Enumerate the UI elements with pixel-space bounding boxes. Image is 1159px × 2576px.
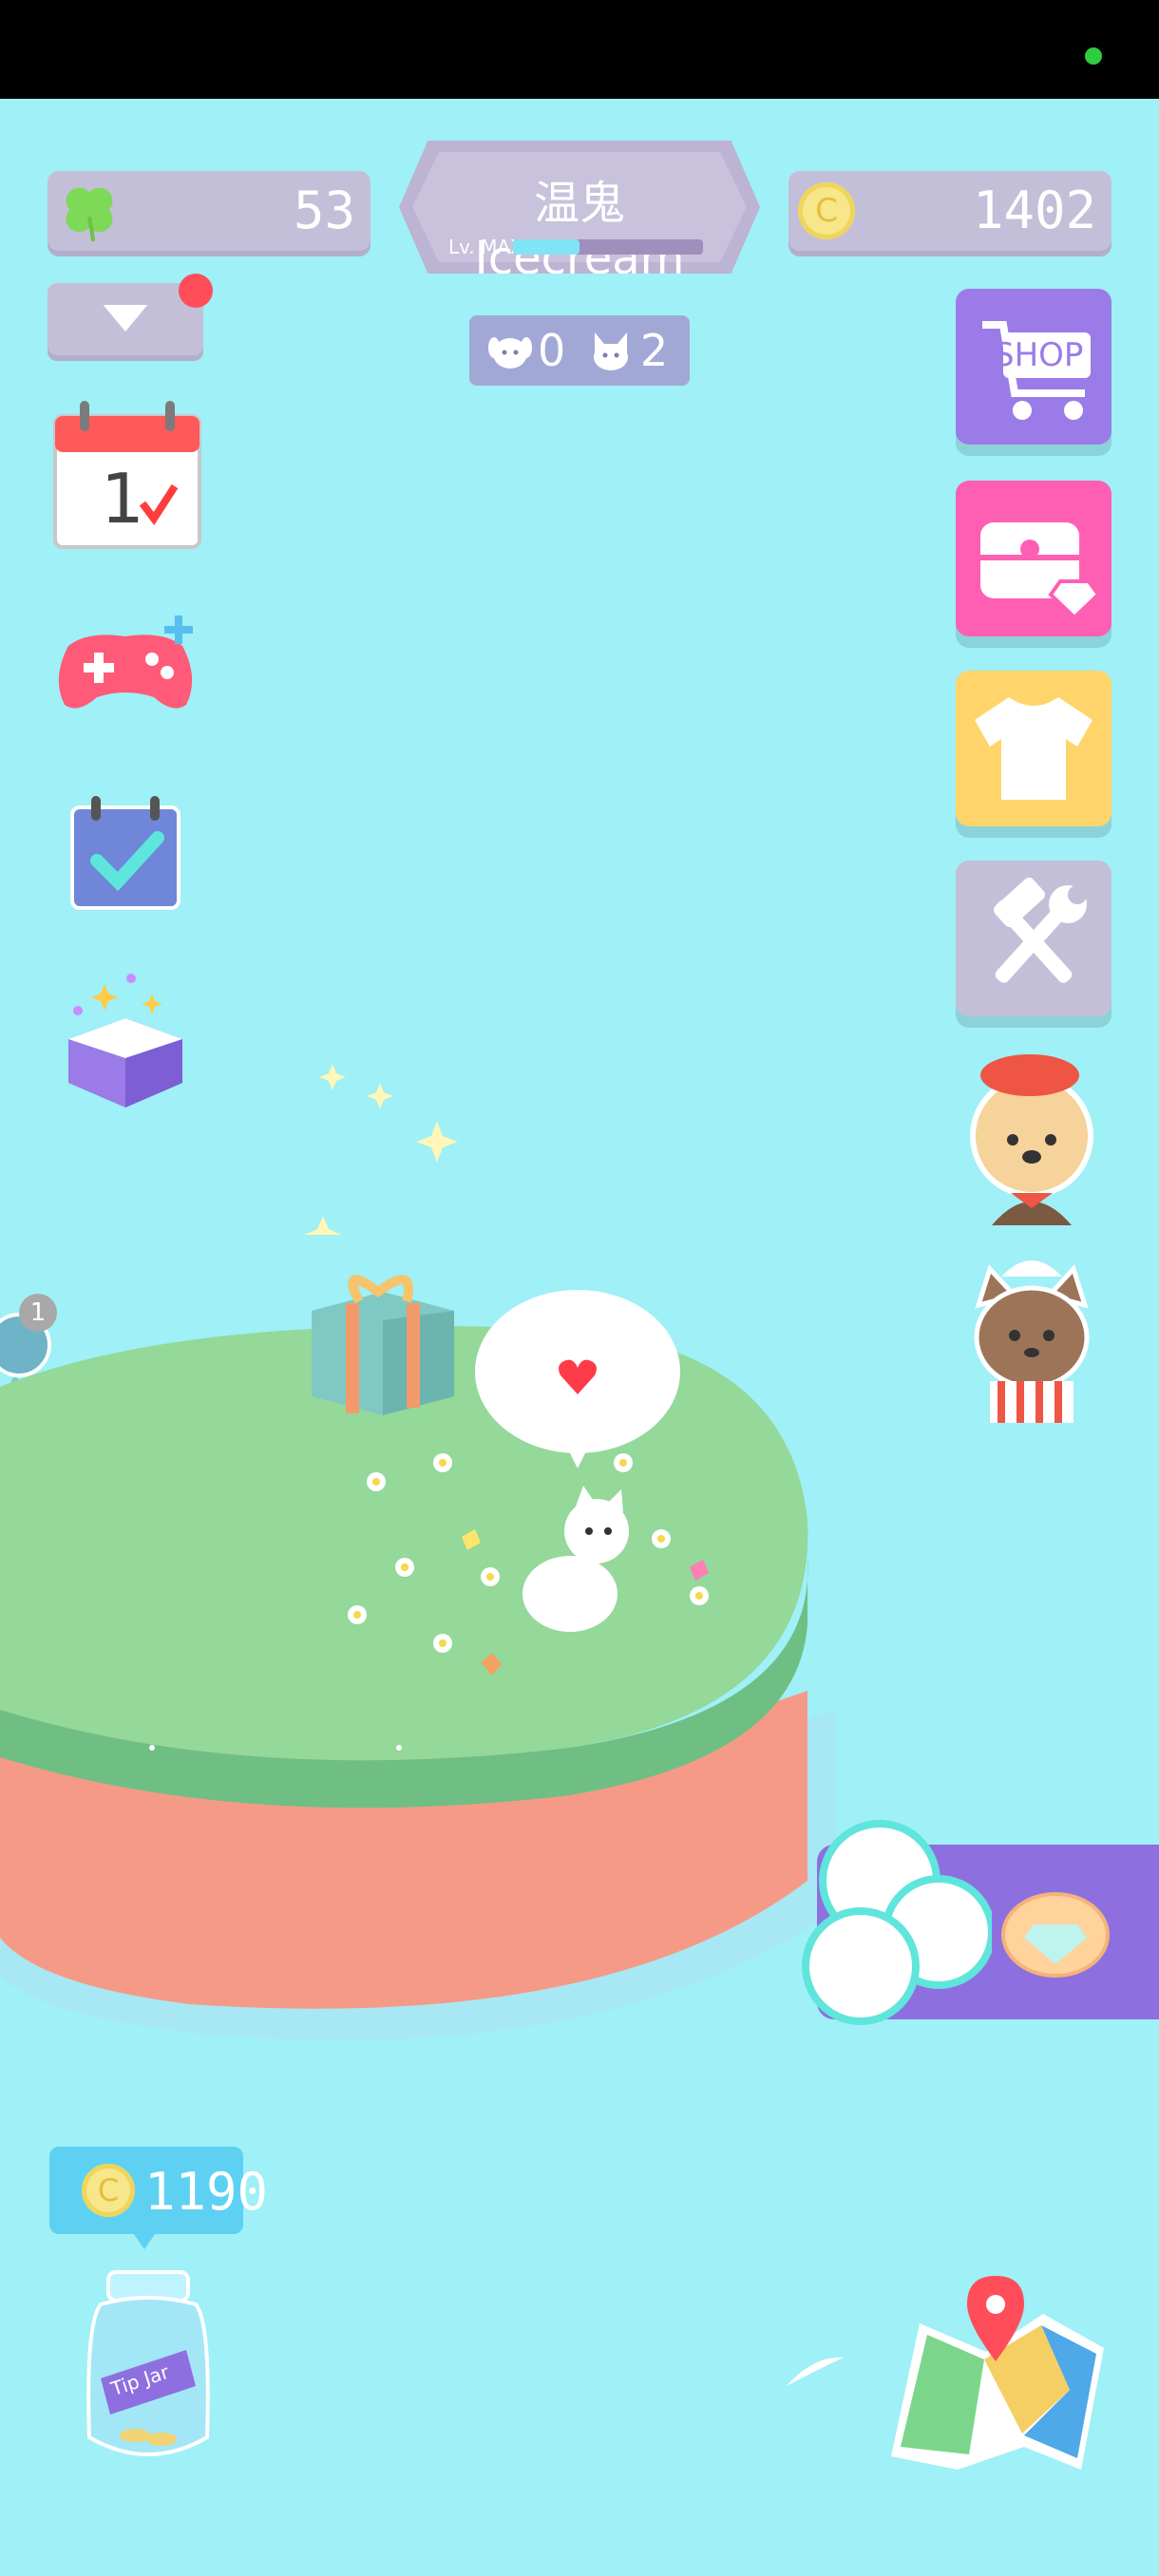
chevron-down-icon [99, 300, 152, 340]
gift-box-icon [68, 974, 182, 1108]
dog-count: 0 [538, 325, 566, 376]
map-icon [891, 2276, 1104, 2470]
clover-icon [57, 179, 122, 243]
tools-button[interactable] [956, 861, 1112, 1016]
fluffy-cloud-button[interactable] [802, 1814, 996, 2033]
diamond-dish-icon [1001, 1892, 1110, 1978]
level-label: Lv. MAX [448, 236, 523, 258]
map-button[interactable] [882, 2266, 1113, 2475]
tip-jar-amount-badge: C 1190 [49, 2147, 268, 2234]
pet-counter[interactable]: 0 2 [469, 315, 690, 386]
tasks-button[interactable] [68, 794, 182, 912]
cat-npc-avatar[interactable] [956, 1239, 1108, 1425]
coin-counter[interactable]: C 1402 [788, 171, 1112, 251]
level-progress-fill [513, 239, 580, 255]
dog-icon [486, 327, 534, 374]
checklist-icon [70, 796, 180, 910]
minigame-button[interactable] [49, 612, 201, 718]
leaf-decoration [785, 2352, 846, 2390]
cat-chef-icon [974, 1260, 1090, 1423]
daily-calendar-button[interactable]: 1 [51, 399, 203, 551]
outfit-button[interactable] [956, 671, 1112, 826]
tip-badge-pointer [131, 2230, 158, 2249]
gift-box-object[interactable] [302, 1244, 464, 1425]
coin-icon: C [798, 182, 855, 239]
pompom-icon [802, 1820, 996, 2025]
poodle-npc-avatar[interactable] [946, 1045, 1117, 1231]
status-bar [0, 0, 1159, 99]
coin-count: 1402 [972, 180, 1096, 240]
cat-icon [587, 327, 635, 374]
tip-jar-button[interactable]: Tip Jar [82, 2266, 215, 2475]
shop-button[interactable]: SHOP [956, 289, 1112, 445]
player-name-plaque[interactable]: 温鬼 Icecream Lv. MAX [399, 141, 760, 274]
player-name: 温鬼 Icecream [474, 177, 685, 285]
flower-field [338, 1425, 737, 1700]
tshirt-icon [975, 697, 1092, 800]
heart-icon [557, 1358, 598, 1400]
clover-count: 53 [293, 180, 355, 240]
collapse-menu-button[interactable] [48, 274, 213, 355]
svg-text:1: 1 [101, 459, 144, 539]
shop-label: SHOP [994, 336, 1084, 374]
level-progress-bar [513, 239, 703, 255]
present-icon [312, 1275, 454, 1415]
gamepad-icon [58, 616, 193, 709]
coin-icon: C [82, 2164, 135, 2217]
clover-counter[interactable]: 53 [48, 171, 370, 251]
poodle-chef-icon [970, 1054, 1093, 1225]
tip-jar-amount: 1190 [144, 2162, 269, 2222]
sparkles [285, 1045, 475, 1254]
notification-dot [179, 274, 213, 308]
cat-count: 2 [640, 325, 669, 376]
camera-indicator-dot [1085, 47, 1102, 65]
treasure-chest-button[interactable] [956, 481, 1112, 636]
calendar-icon: 1 [53, 401, 201, 549]
treasure-chest-icon [980, 522, 1101, 620]
mystery-box-button[interactable] [49, 965, 201, 1117]
hammer-wrench-icon [994, 878, 1087, 983]
